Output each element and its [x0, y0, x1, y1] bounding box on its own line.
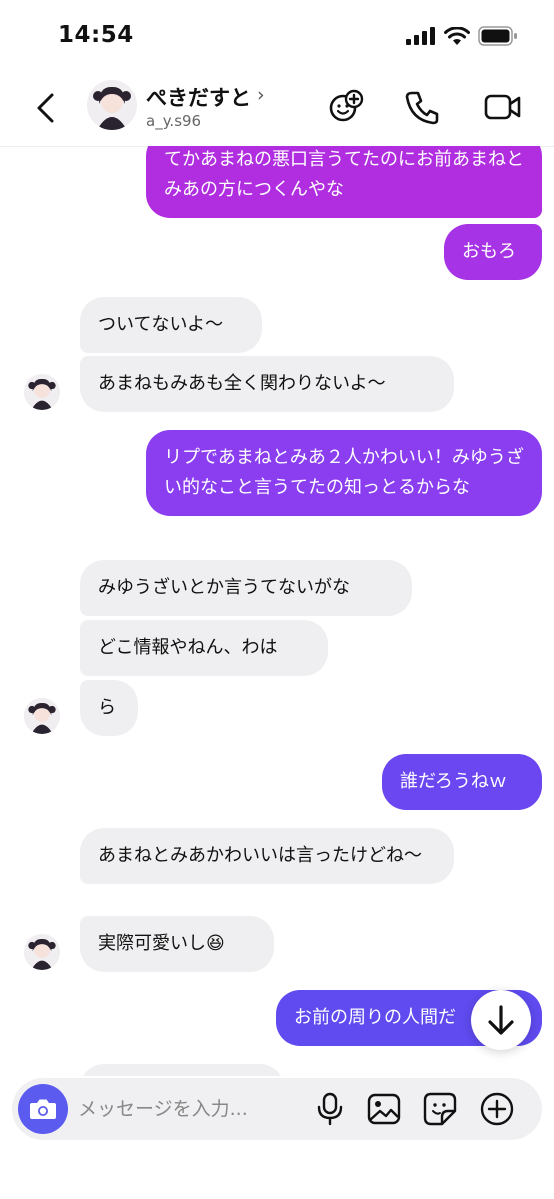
- sender-avatar[interactable]: [24, 698, 60, 734]
- message-incoming[interactable]: あまねとみあかわいいは言ったけどね〜: [80, 828, 454, 884]
- back-arrow-icon[interactable]: [28, 90, 64, 126]
- message-outgoing[interactable]: おもろ: [444, 224, 542, 280]
- video-camera-icon[interactable]: [484, 88, 522, 126]
- status-icons: [406, 26, 518, 46]
- message-outgoing[interactable]: てかあまねの悪口言うてたのにお前あまねとみあの方につくんやな: [146, 146, 542, 218]
- gallery-icon[interactable]: [366, 1091, 402, 1127]
- microphone-icon[interactable]: [312, 1091, 348, 1127]
- status-time: 14:54: [58, 22, 134, 48]
- plus-circle-icon[interactable]: [479, 1091, 515, 1127]
- sticker-add-icon[interactable]: [327, 88, 365, 126]
- scroll-to-bottom-button[interactable]: [471, 990, 531, 1050]
- avatar-illustration: [87, 80, 137, 130]
- message-outgoing[interactable]: 誰だろうねｗ: [382, 754, 542, 810]
- wifi-icon: [444, 26, 470, 45]
- signal-icon: [406, 27, 435, 45]
- message-incoming[interactable]: どこ情報やねん、わは: [80, 620, 328, 676]
- phone-icon[interactable]: [403, 88, 441, 126]
- message-composer: [12, 1078, 542, 1140]
- chat-header: ぺきだすと › a_y.s96: [0, 70, 554, 147]
- avatar-illustration: [24, 698, 60, 734]
- arrow-down-icon: [488, 1005, 514, 1035]
- message-incoming-partial[interactable]: [80, 1064, 284, 1076]
- message-incoming[interactable]: ついてないよ〜: [80, 297, 262, 353]
- message-incoming[interactable]: みゆうざいとか言うてないがな: [80, 560, 412, 616]
- sender-avatar[interactable]: [24, 934, 60, 970]
- sender-avatar[interactable]: [24, 374, 60, 410]
- message-outgoing[interactable]: リプであまねとみあ２人かわいい！みゆうざい的なこと言うてたの知っとるからな: [146, 430, 542, 516]
- avatar-illustration: [24, 374, 60, 410]
- contact-name[interactable]: ぺきだすと: [146, 82, 251, 112]
- sticker-icon[interactable]: [422, 1091, 458, 1127]
- battery-icon: [478, 26, 517, 46]
- contact-handle: a_y.s96: [146, 112, 202, 130]
- status-bar: 14:54: [0, 0, 554, 70]
- camera-icon: [30, 1099, 56, 1119]
- message-incoming[interactable]: 実際可愛いし😆: [80, 916, 274, 972]
- message-thread[interactable]: てかあまねの悪口言うてたのにお前あまねとみあの方につくんやな おもろ ついてない…: [0, 146, 554, 1076]
- contact-avatar[interactable]: [87, 80, 137, 130]
- chevron-right-icon[interactable]: ›: [257, 84, 265, 106]
- message-incoming[interactable]: ら: [80, 680, 138, 736]
- message-incoming[interactable]: あまねもみあも全く関わりないよ〜: [80, 356, 454, 412]
- avatar-illustration: [24, 934, 60, 970]
- camera-button[interactable]: [18, 1084, 68, 1134]
- message-input[interactable]: [78, 1093, 268, 1125]
